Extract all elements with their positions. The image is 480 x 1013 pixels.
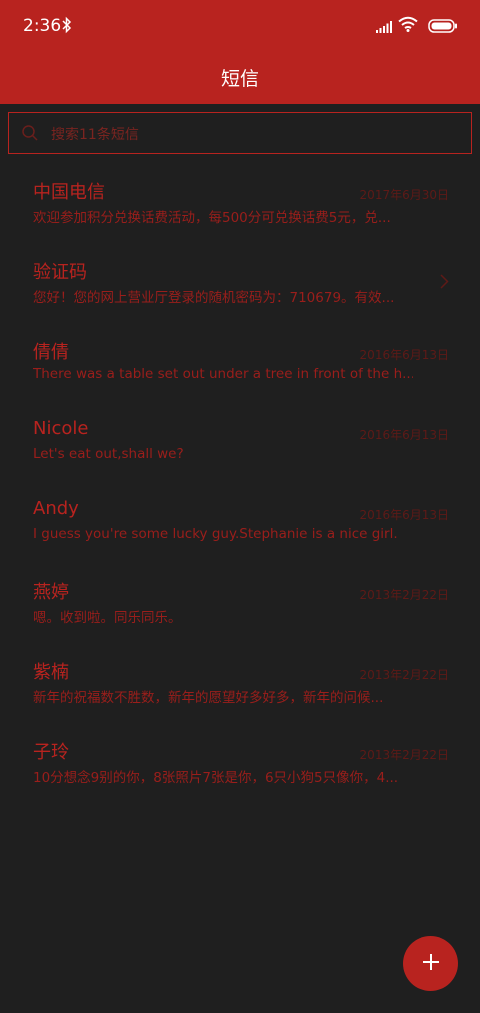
conversation-name: 倩倩 [33, 342, 69, 363]
conversation-date: 2013年2月22日 [359, 748, 449, 762]
conversation-row[interactable]: 倩倩 2016年6月13日 There was a table set out … [0, 322, 480, 402]
conversation-preview: 嗯。收到啦。同乐同乐。 [33, 610, 182, 626]
battery-icon [428, 18, 458, 37]
conversation-preview: 新年的祝福数不胜数，新年的愿望好多好多，新年的问候... [33, 690, 384, 706]
conversation-date: 2013年2月22日 [359, 668, 449, 682]
page-title: 短信 [220, 68, 259, 90]
status-time: 2:36 [23, 16, 62, 36]
conversation-date: 2013年2月22日 [359, 588, 449, 602]
signal-icon [376, 18, 392, 37]
new-message-button[interactable] [403, 936, 458, 991]
search-icon [21, 124, 39, 146]
conversation-row[interactable]: 子玲 2013年2月22日 10分想念9别的你，8张照片7张是你，6只小狗5只像… [0, 722, 480, 802]
conversation-row[interactable]: 中国电信 2017年6月30日 欢迎参加积分兑换话费活动，每500分可兑换话费5… [0, 162, 480, 242]
plus-icon [421, 952, 441, 976]
wifi-icon [398, 16, 418, 36]
conversation-preview: There was a table set out under a tree i… [33, 366, 413, 382]
conversation-name: 子玲 [33, 742, 69, 763]
conversation-preview: 10分想念9别的你，8张照片7张是你，6只小狗5只像你，4... [33, 770, 399, 786]
status-bar: 2:36 [0, 0, 480, 52]
conversation-name: Nicole [33, 418, 89, 439]
conversation-preview: Let's eat out,shall we? [33, 446, 184, 462]
search-placeholder: 搜索11条短信 [51, 127, 139, 143]
conversation-preview: 您好！您的网上营业厅登录的随机密码为：710679。有效... [33, 290, 395, 306]
conversation-date: 2017年6月30日 [359, 188, 449, 202]
conversation-row[interactable]: Andy 2016年6月13日 I guess you're some luck… [0, 482, 480, 562]
conversation-row[interactable]: 燕婷 2013年2月22日 嗯。收到啦。同乐同乐。 [0, 562, 480, 642]
conversation-preview: I guess you're some lucky guy.Stephanie … [33, 526, 398, 542]
conversation-date: 2016年6月13日 [359, 508, 449, 522]
conversation-name: 验证码 [33, 262, 87, 283]
conversation-list: 中国电信 2017年6月30日 欢迎参加积分兑换话费活动，每500分可兑换话费5… [0, 162, 480, 802]
search-input[interactable]: 搜索11条短信 [8, 112, 472, 154]
conversation-date: 2016年6月13日 [359, 428, 449, 442]
chevron-right-icon [440, 274, 449, 293]
conversation-name: 燕婷 [33, 582, 69, 603]
conversation-date: 2016年6月13日 [359, 348, 449, 362]
conversation-name: Andy [33, 498, 79, 519]
conversation-name: 中国电信 [33, 182, 105, 203]
conversation-row[interactable]: Nicole 2016年6月13日 Let's eat out,shall we… [0, 402, 480, 482]
conversation-preview: 欢迎参加积分兑换话费活动，每500分可兑换话费5元，兑... [33, 210, 391, 226]
conversation-name: 紫楠 [33, 662, 69, 683]
conversation-row[interactable]: 紫楠 2013年2月22日 新年的祝福数不胜数，新年的愿望好多好多，新年的问候.… [0, 642, 480, 722]
bluetooth-icon [62, 16, 72, 38]
app-header: 2:36 短信 [0, 0, 480, 104]
conversation-row[interactable]: 验证码 您好！您的网上营业厅登录的随机密码为：710679。有效... [0, 242, 480, 322]
